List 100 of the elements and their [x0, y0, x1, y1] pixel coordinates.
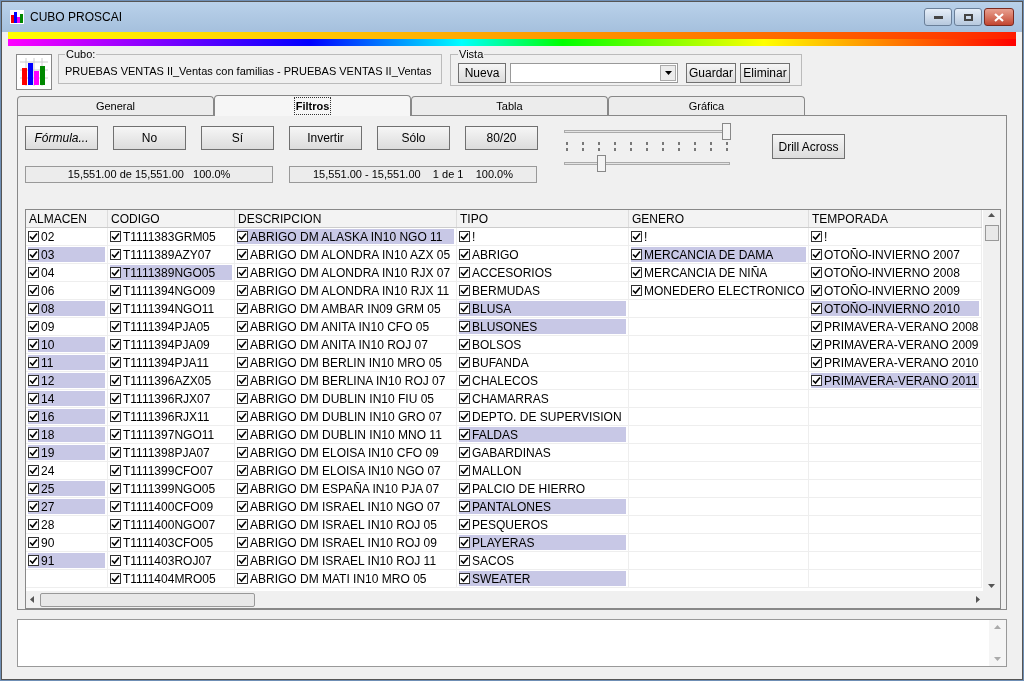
checkbox[interactable]	[459, 321, 470, 333]
column-header[interactable]: ALMACEN	[26, 210, 108, 228]
filter-item[interactable]: T1111394PJA09	[110, 337, 232, 353]
scrollbar-thumb[interactable]	[984, 225, 999, 242]
filter-item[interactable]: PRIMAVERA-VERANO 2008	[811, 319, 979, 335]
checkbox[interactable]	[110, 375, 121, 387]
filter-item[interactable]: T1111383GRM05	[110, 229, 232, 245]
filter-item[interactable]: BERMUDAS	[459, 283, 626, 299]
checkbox[interactable]	[110, 303, 121, 315]
filter-item[interactable]: ABRIGO DM ALONDRA IN10 AZX 05	[237, 247, 454, 263]
checkbox[interactable]	[110, 555, 121, 567]
checkbox[interactable]	[28, 393, 39, 405]
checkbox[interactable]	[28, 465, 39, 477]
checkbox[interactable]	[237, 357, 248, 369]
filter-item[interactable]: T1111398PJA07	[110, 445, 232, 461]
maximize-button[interactable]	[954, 8, 982, 26]
filter-button[interactable]: Invertir	[289, 126, 362, 150]
checkbox[interactable]	[631, 231, 642, 243]
close-button[interactable]	[984, 8, 1014, 26]
checkbox[interactable]	[28, 501, 39, 513]
filter-button[interactable]: Sólo	[377, 126, 450, 150]
checkbox[interactable]	[237, 249, 248, 261]
checkbox[interactable]	[28, 249, 39, 261]
filter-button[interactable]: Fórmula...	[25, 126, 98, 150]
checkbox[interactable]	[237, 519, 248, 531]
filter-item[interactable]: CHALECOS	[459, 373, 626, 389]
filter-item[interactable]: SACOS	[459, 553, 626, 569]
filter-item[interactable]: 28	[28, 517, 105, 533]
filter-item[interactable]: 04	[28, 265, 105, 281]
filter-item[interactable]: T1111404MRO05	[110, 571, 232, 587]
filter-item[interactable]: T1111394NGO11	[110, 301, 232, 317]
delete-button[interactable]: Eliminar	[740, 62, 790, 83]
filter-item[interactable]: 91	[28, 553, 105, 569]
checkbox[interactable]	[28, 519, 39, 531]
checkbox[interactable]	[110, 231, 121, 243]
checkbox[interactable]	[28, 267, 39, 279]
filter-item[interactable]: ACCESORIOS	[459, 265, 626, 281]
checkbox[interactable]	[459, 447, 470, 459]
checkbox[interactable]	[459, 537, 470, 549]
filter-item[interactable]: MERCANCIA DE NIÑA	[631, 265, 806, 281]
checkbox[interactable]	[28, 375, 39, 387]
checkbox[interactable]	[28, 285, 39, 297]
checkbox[interactable]	[28, 339, 39, 351]
vertical-scrollbar[interactable]	[983, 210, 1000, 591]
filter-item[interactable]: T1111396RJX07	[110, 391, 232, 407]
checkbox[interactable]	[811, 339, 822, 351]
checkbox[interactable]	[811, 357, 822, 369]
filter-item[interactable]: 16	[28, 409, 105, 425]
checkbox[interactable]	[459, 303, 470, 315]
filter-item[interactable]: !	[459, 229, 626, 245]
slider-thumb[interactable]	[597, 155, 607, 172]
checkbox[interactable]	[459, 555, 470, 567]
filter-item[interactable]: ABRIGO DM AMBAR IN09 GRM 05	[237, 301, 454, 317]
column-header[interactable]: GENERO	[629, 210, 809, 228]
filter-item[interactable]: SWEATER	[459, 571, 626, 587]
checkbox[interactable]	[237, 465, 248, 477]
checkbox[interactable]	[110, 357, 121, 369]
checkbox[interactable]	[459, 267, 470, 279]
filter-item[interactable]: T1111394PJA05	[110, 319, 232, 335]
checkbox[interactable]	[237, 537, 248, 549]
filter-item[interactable]: 25	[28, 481, 105, 497]
filter-item[interactable]: 27	[28, 499, 105, 515]
slider[interactable]	[562, 154, 732, 172]
checkbox[interactable]	[28, 555, 39, 567]
checkbox[interactable]	[110, 447, 121, 459]
scroll-left-arrow-icon[interactable]	[30, 596, 34, 603]
filter-item[interactable]: !	[631, 229, 806, 245]
drill-across-button[interactable]: Drill Across	[772, 134, 845, 159]
checkbox[interactable]	[631, 267, 642, 279]
checkbox[interactable]	[811, 285, 822, 297]
filter-item[interactable]: PLAYERAS	[459, 535, 626, 551]
filter-item[interactable]: DEPTO. DE SUPERVISION	[459, 409, 626, 425]
save-button[interactable]: Guardar	[686, 62, 736, 83]
column-header[interactable]: DESCRIPCION	[235, 210, 457, 228]
checkbox[interactable]	[28, 447, 39, 459]
checkbox[interactable]	[28, 429, 39, 441]
checkbox[interactable]	[459, 357, 470, 369]
checkbox[interactable]	[459, 249, 470, 261]
checkbox[interactable]	[811, 267, 822, 279]
checkbox[interactable]	[459, 285, 470, 297]
checkbox[interactable]	[237, 501, 248, 513]
checkbox[interactable]	[459, 501, 470, 513]
checkbox[interactable]	[237, 411, 248, 423]
checkbox[interactable]	[237, 285, 248, 297]
filter-item[interactable]: T1111400NGO07	[110, 517, 232, 533]
checkbox[interactable]	[459, 573, 470, 585]
checkbox[interactable]	[110, 537, 121, 549]
filter-item[interactable]: ABRIGO DM ELOISA IN10 CFO 09	[237, 445, 454, 461]
filter-item[interactable]: MONEDERO ELECTRONICO	[631, 283, 806, 299]
checkbox[interactable]	[237, 321, 248, 333]
filter-item[interactable]: MERCANCIA DE DAMA	[631, 247, 806, 263]
tab[interactable]: Filtros	[214, 95, 411, 116]
horizontal-scrollbar[interactable]	[26, 591, 1000, 608]
checkbox[interactable]	[110, 393, 121, 405]
checkbox[interactable]	[110, 519, 121, 531]
filter-item[interactable]: PRIMAVERA-VERANO 2011	[811, 373, 979, 389]
filter-item[interactable]: PRIMAVERA-VERANO 2010	[811, 355, 979, 371]
filter-item[interactable]: T1111396AZX05	[110, 373, 232, 389]
filter-item[interactable]: T1111397NGO11	[110, 427, 232, 443]
filter-item[interactable]: !	[811, 229, 979, 245]
